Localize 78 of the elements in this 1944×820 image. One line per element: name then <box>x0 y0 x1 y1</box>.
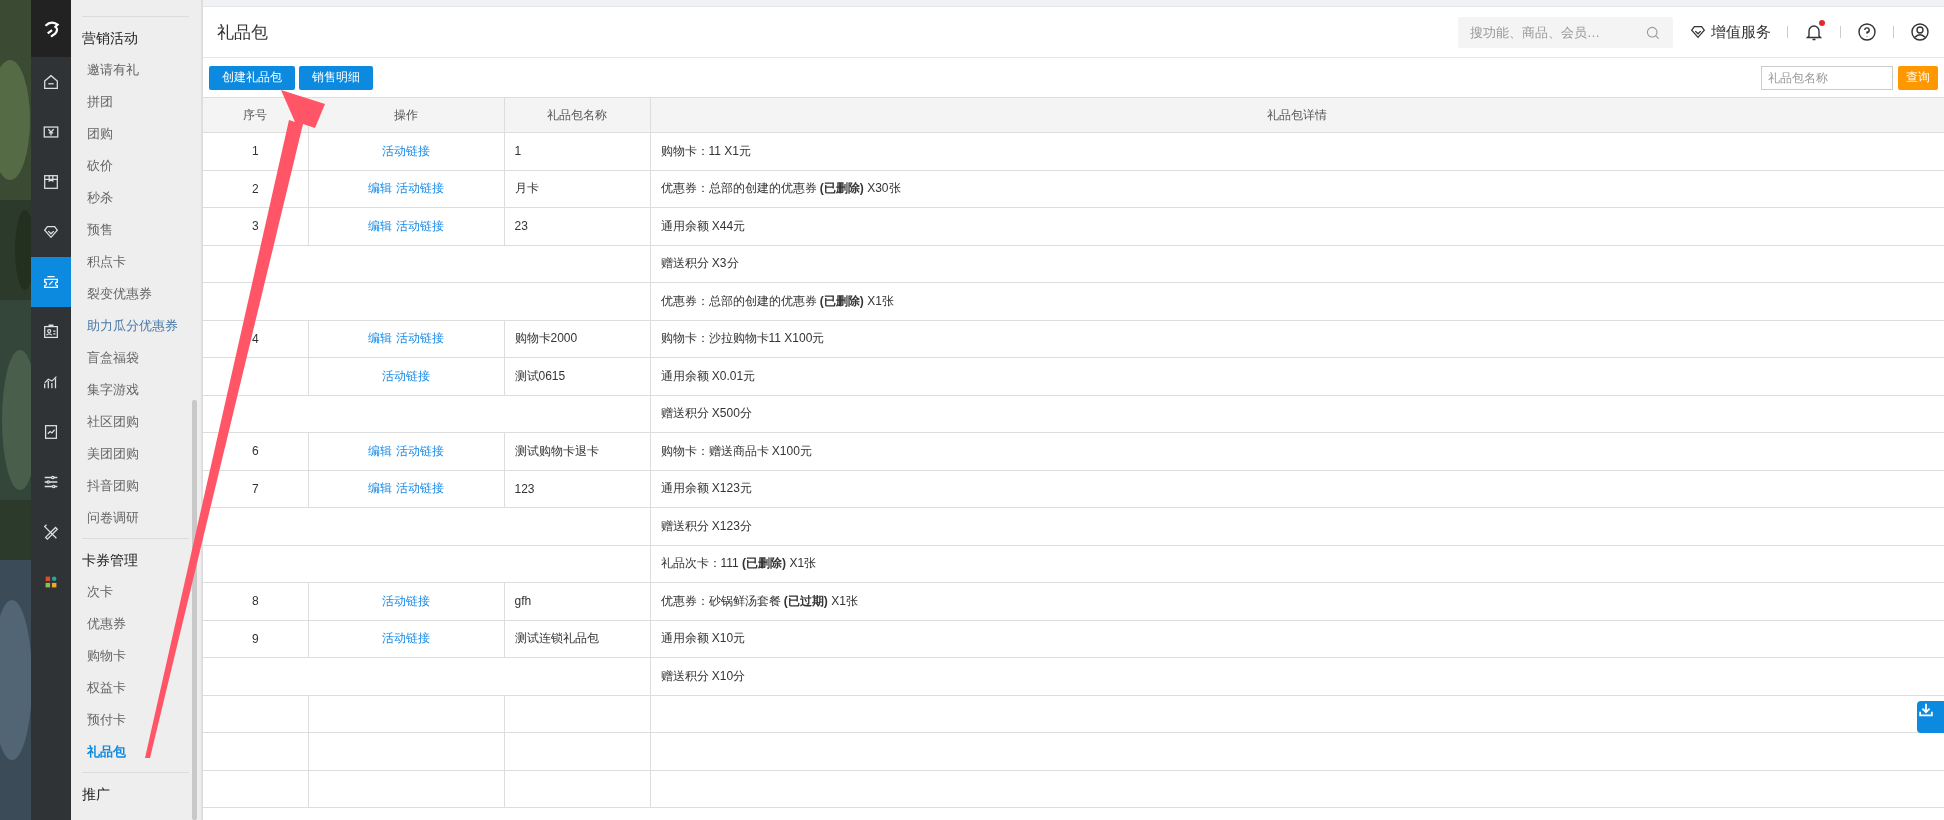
toolbar-button[interactable]: 销售明细 <box>299 65 373 90</box>
action-link[interactable]: 活动链接 <box>396 331 444 346</box>
page-title: 礼品包 <box>217 21 268 44</box>
help-button[interactable] <box>1857 22 1877 42</box>
banknote-icon <box>42 123 60 141</box>
sidebar-item[interactable]: 预售 <box>82 214 113 246</box>
menu-group-title: 推广 <box>82 785 110 804</box>
help-icon <box>1857 22 1877 42</box>
notification-button[interactable] <box>1804 22 1824 42</box>
table-cell: 测试0615 <box>504 357 650 395</box>
sidebar-item[interactable]: 积点卡 <box>82 246 126 278</box>
sidebar-item[interactable]: 优惠券 <box>82 608 126 640</box>
action-link[interactable]: 活动链接 <box>382 593 430 608</box>
sidebar-item[interactable]: 礼品包 <box>82 736 126 768</box>
diamond-icon <box>1689 23 1707 41</box>
sidebar-item[interactable]: 预付卡 <box>82 704 126 736</box>
menu-group-title: 营销活动 <box>82 29 138 48</box>
action-link[interactable]: 编辑 <box>368 331 392 346</box>
sidebar-item[interactable]: 购物卡 <box>82 640 126 672</box>
action-link[interactable]: 编辑 <box>368 443 392 458</box>
action-link[interactable]: 活动链接 <box>396 181 444 196</box>
sidebar-item[interactable]: 拼团 <box>82 86 113 118</box>
table-cell: 1 <box>504 132 650 170</box>
menu-group-title: 卡券管理 <box>82 551 138 570</box>
sidebar-item[interactable]: 权益卡 <box>82 672 126 704</box>
bell-icon <box>1804 22 1824 42</box>
table-cell: 8 <box>203 582 308 620</box>
action-link[interactable]: 活动链接 <box>382 631 430 646</box>
ticket-icon <box>42 273 60 291</box>
download-button[interactable] <box>1917 701 1944 733</box>
action-link[interactable]: 编辑 <box>368 218 392 233</box>
table-cell: 9 <box>203 620 308 658</box>
user-button[interactable] <box>1910 22 1930 42</box>
sidebar-item[interactable]: 社区团购 <box>82 406 139 438</box>
table-cell: gfh <box>504 582 650 620</box>
table-cell: 购物卡2000 <box>504 320 650 358</box>
id-card-icon <box>42 323 60 341</box>
column-header: 操作 <box>308 98 504 133</box>
action-link[interactable]: 编辑 <box>368 481 392 496</box>
box-icon <box>42 173 60 191</box>
table-cell: 月卡 <box>504 170 650 208</box>
column-header: 礼品包名称 <box>504 98 650 133</box>
name-filter-field[interactable]: 礼品包名称 <box>1761 65 1893 90</box>
sliders-icon <box>42 473 60 491</box>
table-cell: 23 <box>504 207 650 245</box>
action-link[interactable]: 活动链接 <box>396 218 444 233</box>
scrollbar-thumb[interactable] <box>192 400 197 820</box>
report-icon <box>42 423 60 441</box>
sidebar-item[interactable]: 问卷调研 <box>82 502 139 534</box>
sidebar-item[interactable]: 团购 <box>82 118 113 150</box>
sidebar-item[interactable]: 集字游戏 <box>82 374 139 406</box>
sidebar-item[interactable]: 邀请有礼 <box>82 54 139 86</box>
table-cell: 测试连锁礼品包 <box>504 620 650 658</box>
action-link[interactable]: 活动链接 <box>382 368 430 383</box>
table-cell: 测试购物卡退卡 <box>504 432 650 470</box>
toolbar-button[interactable]: 创建礼品包 <box>209 65 295 90</box>
sidebar-item[interactable]: 砍价 <box>82 150 113 182</box>
action-link[interactable]: 活动链接 <box>382 143 430 158</box>
sidebar-item[interactable]: 裂变优惠券 <box>82 278 152 310</box>
sidebar-item[interactable]: 秒杀 <box>82 182 113 214</box>
value-service-link[interactable]: 增值服务 <box>1689 22 1771 42</box>
column-header: 礼品包详情 <box>650 98 1944 133</box>
home-icon <box>42 73 60 91</box>
diamond-icon <box>42 223 60 241</box>
sidebar-item[interactable]: 抖音团购 <box>82 470 139 502</box>
sidebar-item[interactable]: 盲盒福袋 <box>82 342 139 374</box>
sidebar-item[interactable]: 助力瓜分优惠券 <box>82 310 178 342</box>
action-link[interactable]: 编辑 <box>368 181 392 196</box>
download-icon <box>1917 701 1935 719</box>
search-field[interactable]: 搜功能、商品、会员… <box>1458 16 1673 48</box>
sidebar-item[interactable]: 次卡 <box>82 576 113 608</box>
action-link[interactable]: 活动链接 <box>396 481 444 496</box>
action-link[interactable]: 活动链接 <box>396 443 444 458</box>
user-icon <box>1910 22 1930 42</box>
search-icon <box>1645 24 1661 41</box>
sidebar-item[interactable]: 美团团购 <box>82 438 139 470</box>
table-cell: 123 <box>504 470 650 508</box>
tools-icon <box>42 523 60 541</box>
